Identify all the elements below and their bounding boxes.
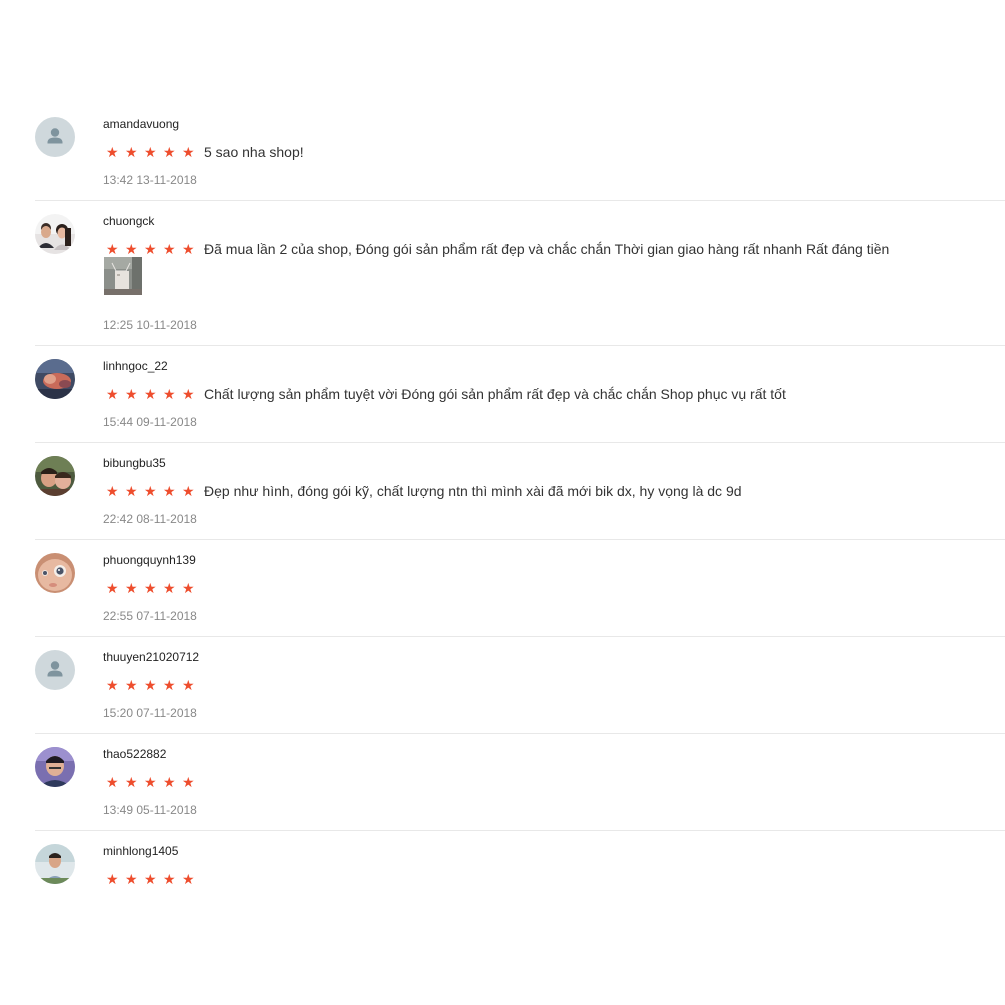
star-icon: ★ xyxy=(163,871,176,887)
star-icon: ★ xyxy=(106,774,119,790)
review-username[interactable]: chuongck xyxy=(103,214,154,228)
star-icon: ★ xyxy=(144,580,157,596)
review-username[interactable]: bibungbu35 xyxy=(103,456,166,470)
divider xyxy=(35,200,1005,201)
review-time: 13:42 13-11-2018 xyxy=(103,173,197,187)
review-username[interactable]: linhngoc_22 xyxy=(103,359,168,373)
review-time: 15:20 07-11-2018 xyxy=(103,706,197,720)
divider xyxy=(35,442,1005,443)
review-item: amandavuong ★ ★ ★ ★ ★ 5 sao nha shop! 13:42 … xyxy=(35,117,1005,201)
star-rating: ★ ★ ★ ★ ★ xyxy=(106,773,201,791)
star-icon: ★ xyxy=(144,677,157,693)
star-icon: ★ xyxy=(182,580,195,596)
star-icon: ★ xyxy=(106,144,119,160)
user-avatar[interactable] xyxy=(35,214,75,254)
star-icon: ★ xyxy=(163,241,176,257)
star-icon: ★ xyxy=(144,774,157,790)
star-icon: ★ xyxy=(163,677,176,693)
review-time: 15:44 09-11-2018 xyxy=(103,415,197,429)
star-rating: ★ ★ ★ ★ ★ xyxy=(106,676,201,694)
star-icon: ★ xyxy=(182,774,195,790)
user-avatar[interactable] xyxy=(35,844,75,884)
star-icon: ★ xyxy=(125,144,138,160)
star-icon: ★ xyxy=(144,144,157,160)
divider xyxy=(35,830,1005,831)
star-icon: ★ xyxy=(125,580,138,596)
star-icon: ★ xyxy=(144,386,157,402)
divider xyxy=(35,539,1005,540)
review-comment: Đã mua lần 2 của shop, Đóng gói sản phẩm… xyxy=(204,241,890,257)
star-icon: ★ xyxy=(106,483,119,499)
star-icon: ★ xyxy=(125,677,138,693)
review-item: thao522882 ★ ★ ★ ★ ★ 13:49 05-11-2018 xyxy=(35,747,1005,831)
default-avatar-icon[interactable] xyxy=(35,650,75,690)
user-avatar[interactable] xyxy=(35,456,75,496)
star-icon: ★ xyxy=(125,386,138,402)
review-item: chuongck ★ ★ ★ ★ ★ Đã mua lần 2 của shop, Đó… xyxy=(35,214,1005,346)
review-comment: Đẹp như hình, đóng gói kỹ, chất lượng nt… xyxy=(204,483,742,499)
star-icon: ★ xyxy=(125,774,138,790)
star-icon: ★ xyxy=(163,774,176,790)
star-icon: ★ xyxy=(163,144,176,160)
star-icon: ★ xyxy=(106,386,119,402)
star-rating: ★ ★ ★ ★ ★ xyxy=(106,482,201,500)
star-icon: ★ xyxy=(125,241,138,257)
star-icon: ★ xyxy=(106,241,119,257)
star-rating: ★ ★ ★ ★ ★ xyxy=(106,579,201,597)
review-time: 12:25 10-11-2018 xyxy=(103,318,197,332)
review-item: bibungbu35 ★ ★ ★ ★ ★ Đẹp như hình, đóng gói … xyxy=(35,456,1005,540)
review-time: 22:42 08-11-2018 xyxy=(103,512,197,526)
star-icon: ★ xyxy=(106,580,119,596)
star-icon: ★ xyxy=(163,580,176,596)
divider xyxy=(35,345,1005,346)
review-time: 22:55 07-11-2018 xyxy=(103,609,197,623)
user-avatar[interactable] xyxy=(35,359,75,399)
default-avatar-icon[interactable] xyxy=(35,117,75,157)
review-photo-thumbnail[interactable] xyxy=(104,257,142,295)
review-username[interactable]: thao522882 xyxy=(103,747,166,761)
star-icon: ★ xyxy=(182,241,195,257)
divider xyxy=(35,733,1005,734)
user-avatar[interactable] xyxy=(35,553,75,593)
star-icon: ★ xyxy=(182,483,195,499)
review-comment: 5 sao nha shop! xyxy=(204,144,304,160)
star-icon: ★ xyxy=(106,871,119,887)
star-rating: ★ ★ ★ ★ ★ xyxy=(106,870,201,888)
star-icon: ★ xyxy=(182,386,195,402)
star-icon: ★ xyxy=(144,241,157,257)
review-item: linhngoc_22 ★ ★ ★ ★ ★ Chất lượng sản phẩm tu… xyxy=(35,359,1005,443)
star-icon: ★ xyxy=(106,677,119,693)
star-icon: ★ xyxy=(144,483,157,499)
review-item: phuongquynh139 ★ ★ ★ ★ ★ 22:55 07-11-2018 xyxy=(35,553,1005,637)
review-comment: Chất lượng sản phẩm tuyệt vời Đóng gói s… xyxy=(204,386,786,402)
user-avatar[interactable] xyxy=(35,747,75,787)
star-icon: ★ xyxy=(182,677,195,693)
review-item: minhlong1405 ★ ★ ★ ★ ★ xyxy=(35,844,1005,904)
review-username[interactable]: phuongquynh139 xyxy=(103,553,196,567)
review-item: thuuyen21020712 ★ ★ ★ ★ ★ 15:20 07-11-2018 xyxy=(35,650,1005,734)
star-icon: ★ xyxy=(182,144,195,160)
star-rating: ★ ★ ★ ★ ★ xyxy=(106,240,201,258)
divider xyxy=(35,636,1005,637)
star-icon: ★ xyxy=(144,871,157,887)
star-rating: ★ ★ ★ ★ ★ xyxy=(106,385,201,403)
review-username[interactable]: amandavuong xyxy=(103,117,179,131)
review-list: amandavuong ★ ★ ★ ★ ★ 5 sao nha shop! 13:42 … xyxy=(0,0,1005,1005)
review-username[interactable]: minhlong1405 xyxy=(103,844,178,858)
star-icon: ★ xyxy=(125,483,138,499)
star-rating: ★ ★ ★ ★ ★ xyxy=(106,143,201,161)
star-icon: ★ xyxy=(163,386,176,402)
review-username[interactable]: thuuyen21020712 xyxy=(103,650,199,664)
star-icon: ★ xyxy=(163,483,176,499)
review-time: 13:49 05-11-2018 xyxy=(103,803,197,817)
star-icon: ★ xyxy=(182,871,195,887)
star-icon: ★ xyxy=(125,871,138,887)
